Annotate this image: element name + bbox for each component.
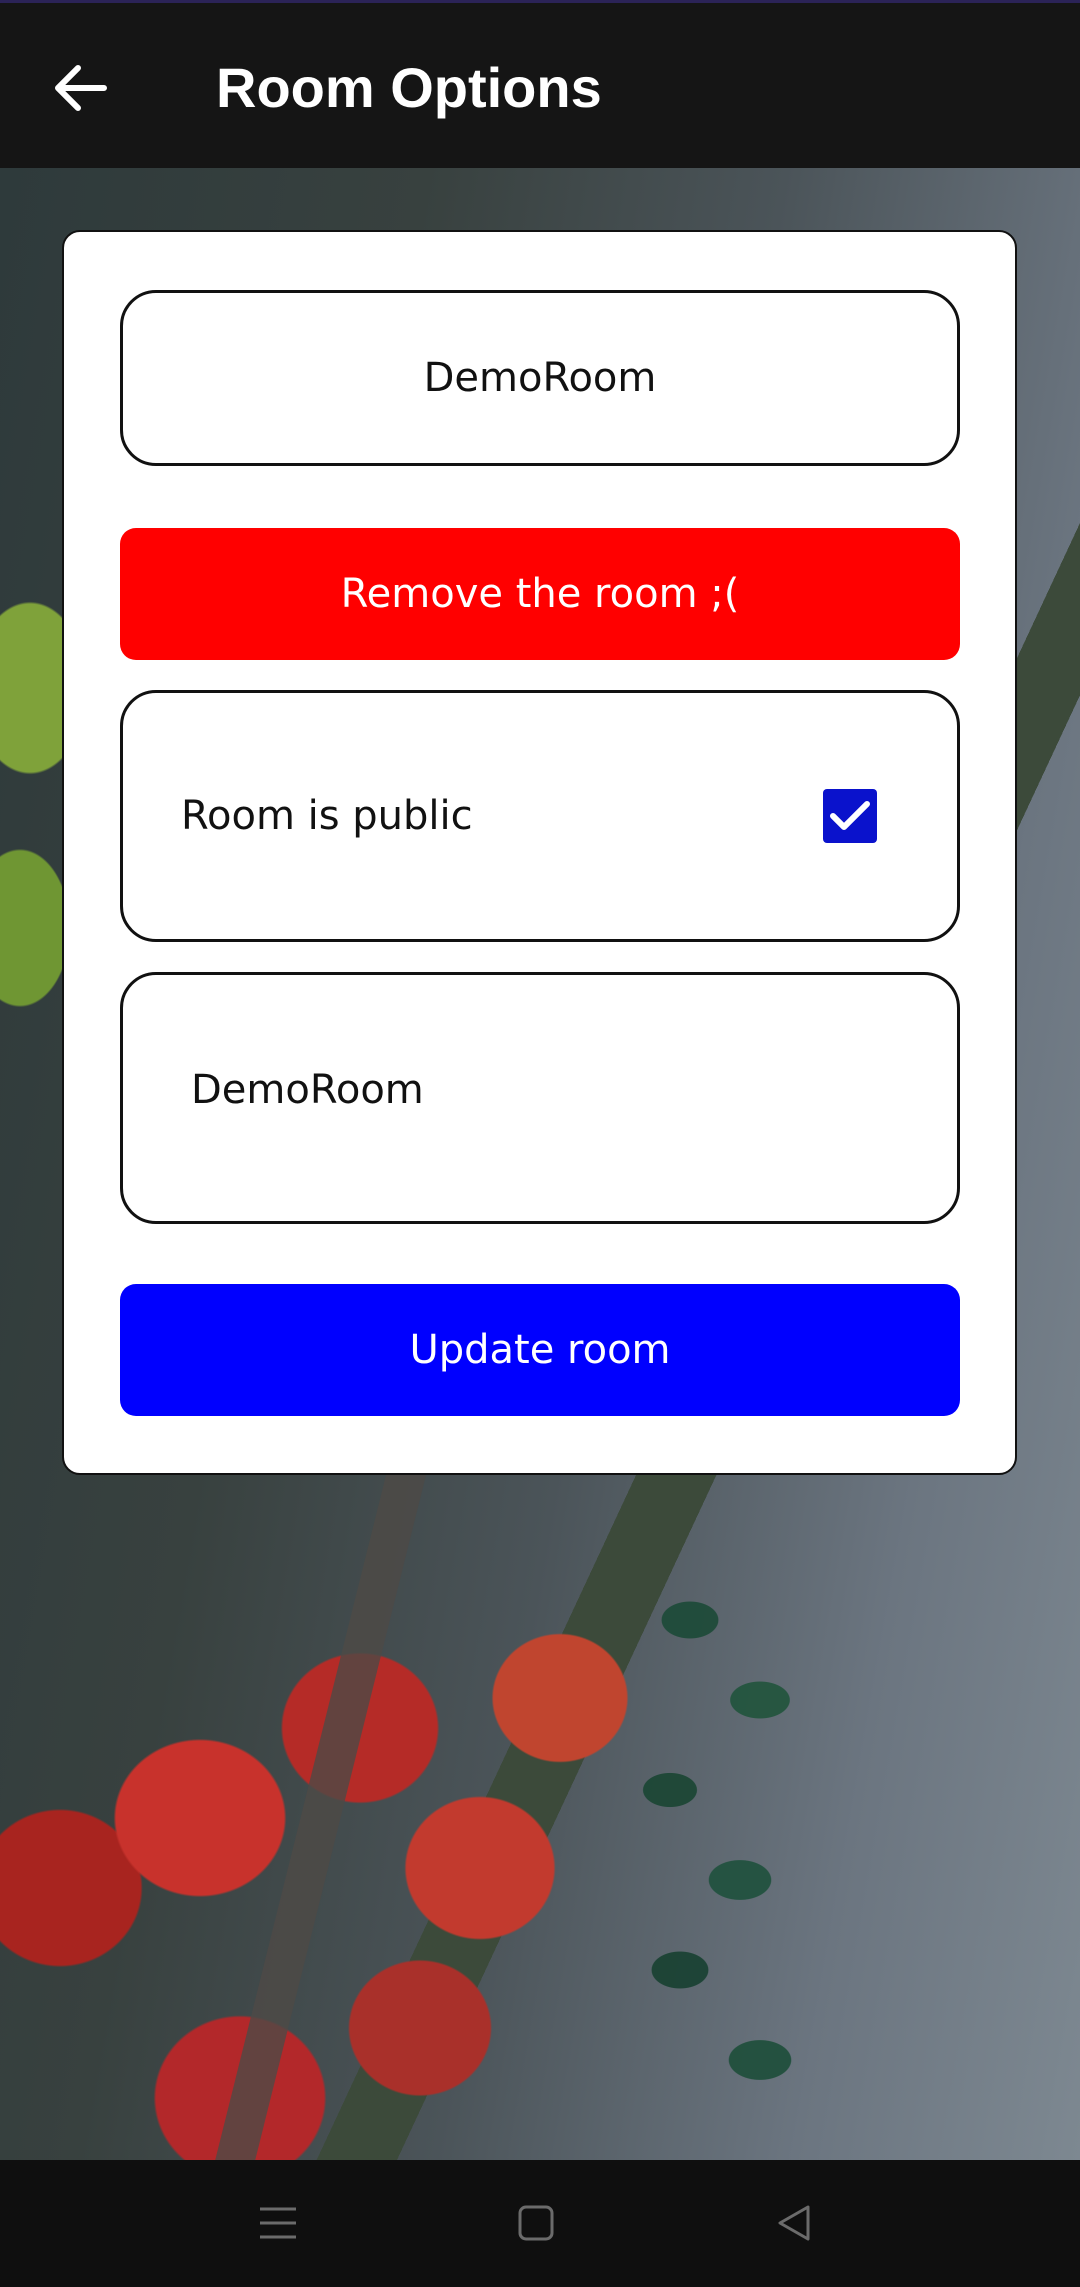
check-icon	[830, 801, 870, 830]
home-icon	[518, 2205, 554, 2241]
app-bar: Room Options	[0, 0, 1080, 168]
public-toggle-row: Room is public	[120, 690, 960, 942]
menu-icon	[260, 2207, 296, 2239]
back-triangle-icon	[778, 2205, 810, 2241]
public-label: Room is public	[181, 793, 473, 839]
room-description-field[interactable]: DemoRoom	[120, 972, 960, 1224]
back-button[interactable]	[40, 48, 120, 128]
public-checkbox[interactable]	[823, 789, 877, 843]
remove-room-button[interactable]: Remove the room ;(	[120, 528, 960, 660]
home-button[interactable]	[501, 2188, 571, 2258]
room-name-field[interactable]	[120, 290, 960, 466]
arrow-left-icon	[55, 65, 107, 111]
room-description-input[interactable]: DemoRoom	[191, 1067, 891, 1147]
room-options-card: Remove the room ;( Room is public DemoRo…	[62, 230, 1017, 1475]
room-name-input[interactable]	[162, 354, 918, 402]
system-nav-bar	[0, 2160, 1080, 2287]
system-back-button[interactable]	[759, 2188, 829, 2258]
page-title: Room Options	[216, 56, 602, 119]
recents-button[interactable]	[243, 2188, 313, 2258]
update-room-button[interactable]: Update room	[120, 1284, 960, 1416]
background-vegetables	[610, 1500, 870, 2160]
